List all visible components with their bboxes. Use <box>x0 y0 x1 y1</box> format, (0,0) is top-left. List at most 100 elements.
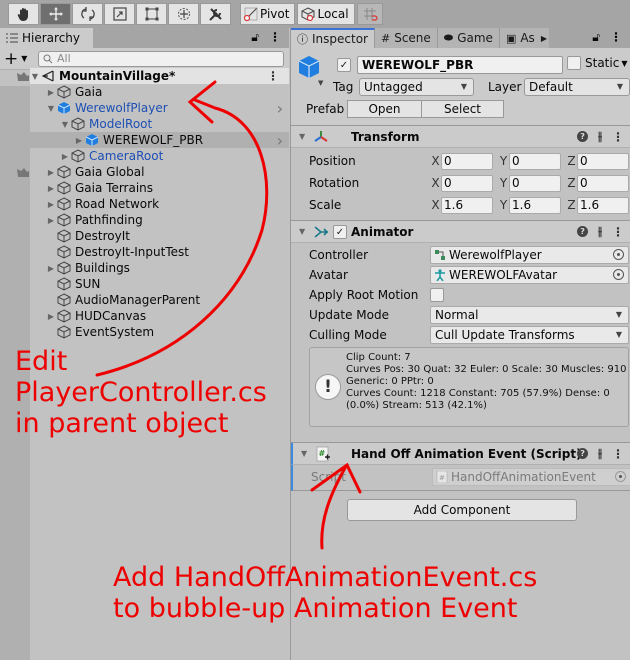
component-menu-icon[interactable]: ⋮ <box>612 130 624 144</box>
scale-tool-button[interactable] <box>104 3 135 25</box>
open-prefab-chevron-icon[interactable]: › <box>277 131 283 150</box>
static-checkbox[interactable] <box>567 56 581 70</box>
open-prefab-chevron-icon[interactable]: › <box>277 99 283 118</box>
x-axis-label[interactable]: X <box>430 176 441 190</box>
custom-tool-button[interactable] <box>200 3 231 25</box>
component-menu-icon[interactable]: ⋮ <box>612 447 624 461</box>
hierarchy-item[interactable]: ▼ ModelRoot <box>0 116 289 132</box>
fold-arrow-icon[interactable]: ▼ <box>299 227 305 236</box>
static-toggle[interactable]: Static ▼ <box>567 56 627 70</box>
collapsed-arrow-icon[interactable]: ▶ <box>46 168 56 177</box>
hierarchy-item[interactable]: AudioManagerParent <box>0 292 289 308</box>
presets-icon[interactable]: ⫲ <box>598 224 602 239</box>
active-checkbox[interactable]: ✓ <box>337 58 351 72</box>
controller-field[interactable]: WerewolfPlayer <box>430 246 629 264</box>
position-y-input[interactable]: 0 <box>509 152 561 170</box>
scene-visibility-icon[interactable] <box>16 70 30 82</box>
tab-game[interactable]: ⬬ Game <box>437 28 500 48</box>
component-menu-icon[interactable]: ⋮ <box>612 225 624 239</box>
update-mode-dropdown[interactable]: Normal ▼ <box>430 306 629 324</box>
expand-arrow-icon[interactable]: ▼ <box>30 72 40 81</box>
collapsed-arrow-icon[interactable]: ▶ <box>46 216 56 225</box>
position-z-input[interactable]: 0 <box>577 152 629 170</box>
object-picker-icon[interactable] <box>615 471 626 482</box>
kebab-menu-icon[interactable]: ⋮ <box>610 30 622 45</box>
visibility-icon[interactable] <box>16 166 30 178</box>
fold-arrow-icon[interactable]: ▼ <box>299 132 305 141</box>
presets-icon[interactable]: ⫲ <box>598 446 602 461</box>
scene-row[interactable]: ▼ MountainVillage* ⋮ <box>17 68 289 84</box>
move-tool-button[interactable] <box>40 3 71 25</box>
transform-header[interactable]: ▼ Transform ? ⫲ ⋮ <box>291 126 630 148</box>
hierarchy-item[interactable]: ▶ CameraRoot <box>0 148 289 164</box>
hierarchy-item[interactable]: EventSystem <box>0 324 289 340</box>
lock-icon[interactable]: 🔓︎ <box>251 30 259 45</box>
help-icon[interactable]: ? <box>577 226 589 237</box>
collapsed-arrow-icon[interactable]: ▶ <box>46 264 56 273</box>
z-axis-label[interactable]: Z <box>566 198 577 212</box>
tab-inspector[interactable]: ⓘ Inspector <box>291 28 375 48</box>
collapsed-arrow-icon[interactable]: ▶ <box>46 200 56 209</box>
animator-header[interactable]: ▼ ✓ Animator ? ⫲ ⋮ <box>291 221 630 243</box>
collapsed-arrow-icon[interactable]: ▶ <box>46 184 56 193</box>
tab-asset-store[interactable]: ▣ As ▶ <box>499 28 549 48</box>
grid-snap-toggle[interactable] <box>356 3 383 25</box>
pivot-toggle[interactable]: Pivot <box>240 3 296 25</box>
position-x-input[interactable]: 0 <box>441 152 493 170</box>
tag-dropdown[interactable]: Untagged ▼ <box>359 78 474 96</box>
rotation-y-input[interactable]: 0 <box>509 174 561 192</box>
scale-y-input[interactable]: 1.6 <box>509 196 561 214</box>
hierarchy-item[interactable]: ▶ Gaia Terrains <box>0 180 289 196</box>
rotate-tool-button[interactable] <box>72 3 103 25</box>
collapsed-arrow-icon[interactable]: ▶ <box>74 136 84 145</box>
hierarchy-search-input[interactable]: All <box>38 50 284 67</box>
scene-menu-icon[interactable]: ⋮ <box>267 69 279 83</box>
expanded-arrow-icon[interactable]: ▼ <box>60 120 70 129</box>
x-axis-label[interactable]: X <box>430 154 441 168</box>
hierarchy-item[interactable]: DestroyIt <box>0 228 289 244</box>
y-axis-label[interactable]: Y <box>498 176 509 190</box>
hierarchy-item[interactable]: ▶ Gaia <box>0 84 289 100</box>
prefab-open-button[interactable]: Open <box>347 100 422 118</box>
collapsed-arrow-icon[interactable]: ▶ <box>46 88 56 97</box>
hierarchy-item[interactable]: ▶ Gaia Global <box>0 164 289 180</box>
caret-down-icon[interactable]: ▼ <box>318 79 323 87</box>
kebab-menu-icon[interactable]: ⋮ <box>269 30 281 45</box>
hierarchy-item[interactable]: ▼ WerewolfPlayer › <box>0 99 289 118</box>
x-axis-label[interactable]: X <box>430 198 441 212</box>
avatar-field[interactable]: WEREWOLFAvatar <box>430 266 629 284</box>
object-picker-icon[interactable] <box>613 269 624 280</box>
help-icon[interactable]: ? <box>577 448 589 459</box>
transform-tool-button[interactable] <box>168 3 199 25</box>
collapsed-arrow-icon[interactable]: ▶ <box>60 152 70 161</box>
y-axis-label[interactable]: Y <box>498 198 509 212</box>
y-axis-label[interactable]: Y <box>498 154 509 168</box>
presets-icon[interactable]: ⫲ <box>598 129 602 144</box>
script-component-header[interactable]: ▼ # Hand Off Animation Event (Script) ? … <box>291 443 630 465</box>
scale-z-input[interactable]: 1.6 <box>577 196 629 214</box>
animator-enabled-checkbox[interactable]: ✓ <box>333 225 347 239</box>
root-motion-checkbox[interactable] <box>430 288 444 302</box>
tab-hierarchy[interactable]: Hierarchy <box>0 28 93 48</box>
hierarchy-item[interactable]: ▶ Buildings <box>0 260 289 276</box>
hierarchy-item[interactable]: ▶ Pathfinding <box>0 212 289 228</box>
help-icon[interactable]: ? <box>577 131 589 142</box>
hierarchy-item[interactable]: ▶ Road Network <box>0 196 289 212</box>
rotation-z-input[interactable]: 0 <box>577 174 629 192</box>
prefab-select-button[interactable]: Select <box>421 100 504 118</box>
hierarchy-item[interactable]: ▶ HUDCanvas <box>0 308 289 324</box>
hierarchy-item[interactable]: DestroyIt-InputTest <box>0 244 289 260</box>
tab-scene[interactable]: # Scene <box>374 28 438 48</box>
hand-tool-button[interactable] <box>8 3 39 25</box>
tab-overflow-arrow-icon[interactable]: ▶ <box>541 34 547 43</box>
prefab-cube-icon[interactable] <box>297 55 321 79</box>
expanded-arrow-icon[interactable]: ▼ <box>46 104 56 113</box>
create-button[interactable]: + ▼ <box>0 49 38 69</box>
scale-x-input[interactable]: 1.6 <box>441 196 493 214</box>
object-picker-icon[interactable] <box>613 249 624 260</box>
layer-dropdown[interactable]: Default ▼ <box>524 78 630 96</box>
z-axis-label[interactable]: Z <box>566 176 577 190</box>
script-field[interactable]: # HandOffAnimationEvent <box>432 468 630 486</box>
object-name-input[interactable]: WEREWOLF_PBR <box>357 56 563 74</box>
collapsed-arrow-icon[interactable]: ▶ <box>46 312 56 321</box>
